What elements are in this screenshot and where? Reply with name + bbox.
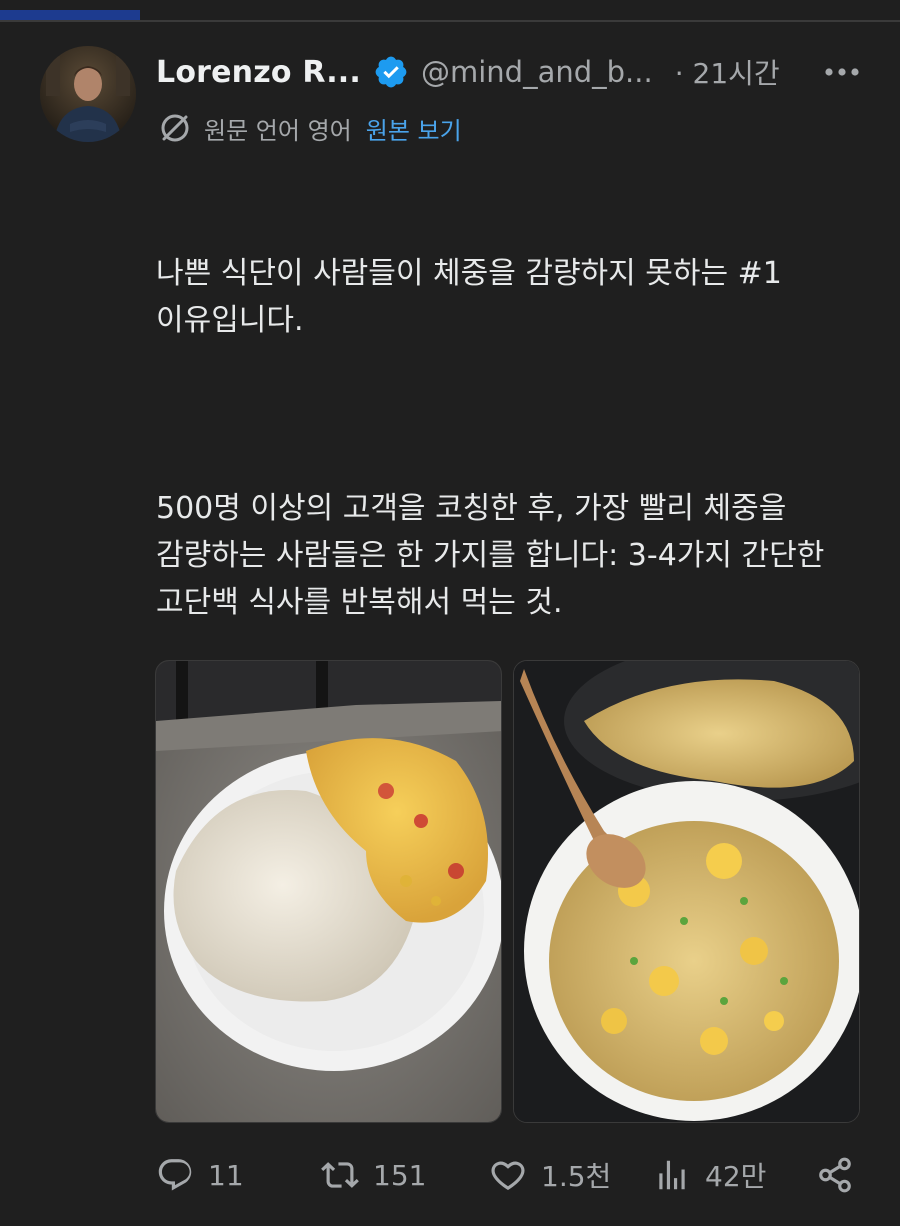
share-button[interactable] bbox=[816, 1148, 854, 1202]
tweet-page: Lorenzo R... @mind_and_b... · 21시간 원문 언어… bbox=[0, 0, 900, 1226]
retweet-button[interactable]: 151 bbox=[321, 1148, 426, 1202]
retweet-count: 151 bbox=[373, 1158, 427, 1192]
author-name[interactable]: Lorenzo R... bbox=[156, 55, 361, 90]
verified-badge-icon bbox=[373, 54, 409, 90]
reply-icon bbox=[156, 1156, 194, 1194]
tweet-header: Lorenzo R... @mind_and_b... · 21시간 bbox=[156, 50, 860, 94]
media-grid bbox=[155, 660, 860, 1123]
retweet-icon bbox=[321, 1156, 359, 1194]
reply-count: 11 bbox=[208, 1158, 244, 1192]
more-icon[interactable] bbox=[824, 62, 860, 82]
media-image-rice-plate[interactable] bbox=[155, 660, 502, 1123]
heart-icon bbox=[489, 1156, 527, 1194]
view-original-link[interactable]: 원본 보기 bbox=[366, 111, 462, 146]
views-count: 42만 bbox=[705, 1160, 767, 1193]
views-button[interactable]: 42만 bbox=[653, 1148, 766, 1202]
tab-indicator bbox=[0, 10, 140, 20]
author-handle[interactable]: @mind_and_b... bbox=[421, 55, 653, 89]
views-icon bbox=[653, 1156, 691, 1194]
translation-row: 원문 언어 영어 원본 보기 bbox=[158, 110, 462, 146]
tweet-actions: 11 151 1.5천 42만 bbox=[156, 1148, 856, 1202]
like-button[interactable]: 1.5천 bbox=[489, 1148, 611, 1202]
divider bbox=[0, 20, 900, 22]
avatar[interactable] bbox=[40, 46, 136, 142]
timestamp[interactable]: · 21시간 bbox=[675, 52, 780, 92]
reply-button[interactable]: 11 bbox=[156, 1148, 244, 1202]
like-count: 1.5천 bbox=[541, 1160, 612, 1193]
tweet-paragraph: 500명 이상의 고객을 코칭한 후, 가장 빨리 체중을 감량하는 사람들은 … bbox=[156, 491, 834, 620]
original-language-label: 원문 언어 영어 bbox=[204, 116, 352, 145]
share-icon bbox=[816, 1156, 854, 1194]
media-image-fried-rice-bowl[interactable] bbox=[513, 660, 860, 1123]
tweet-paragraph: 나쁜 식단이 사람들이 체중을 감량하지 못하는 #1 이유입니다. bbox=[156, 256, 792, 338]
translate-icon bbox=[158, 111, 192, 145]
